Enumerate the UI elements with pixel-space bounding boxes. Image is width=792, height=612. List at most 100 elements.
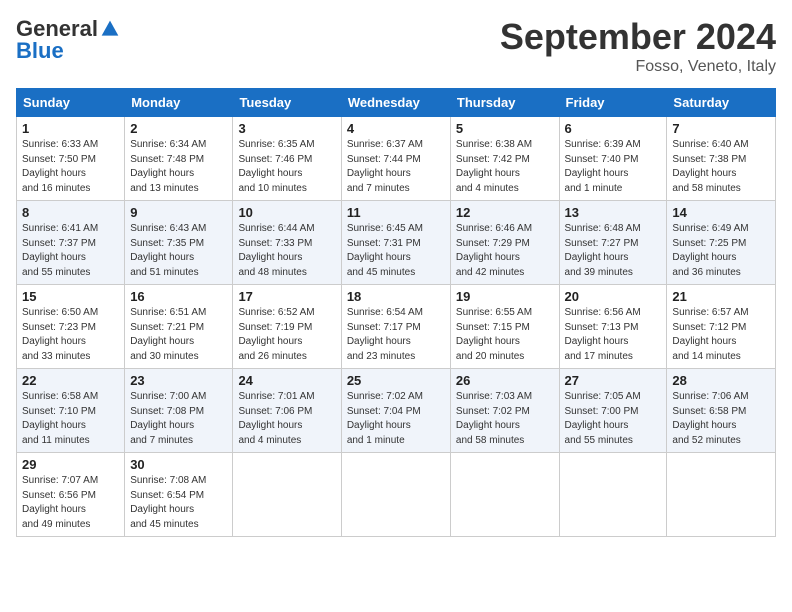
day-info: Sunrise: 7:05 AMSunset: 7:00 PMDaylight … <box>565 391 641 446</box>
day-info: Sunrise: 6:55 AMSunset: 7:15 PMDaylight … <box>456 307 532 362</box>
day-number: 28 <box>672 373 770 388</box>
day-number: 20 <box>565 289 662 304</box>
empty-cell <box>341 453 450 537</box>
day-number: 21 <box>672 289 770 304</box>
day-info: Sunrise: 6:33 AMSunset: 7:50 PMDaylight … <box>22 139 98 194</box>
location: Fosso, Veneto, Italy <box>500 58 776 76</box>
calendar-day-4: 4 Sunrise: 6:37 AMSunset: 7:44 PMDayligh… <box>341 117 450 201</box>
calendar-day-9: 9 Sunrise: 6:43 AMSunset: 7:35 PMDayligh… <box>125 201 233 285</box>
day-number: 3 <box>238 121 335 136</box>
calendar-day-24: 24 Sunrise: 7:01 AMSunset: 7:06 PMDaylig… <box>233 369 341 453</box>
day-number: 11 <box>347 205 445 220</box>
day-number: 2 <box>130 121 227 136</box>
calendar-day-1: 1 Sunrise: 6:33 AMSunset: 7:50 PMDayligh… <box>17 117 125 201</box>
day-info: Sunrise: 6:49 AMSunset: 7:25 PMDaylight … <box>672 223 748 278</box>
calendar-day-30: 30 Sunrise: 7:08 AMSunset: 6:54 PMDaylig… <box>125 453 233 537</box>
day-number: 29 <box>22 457 119 472</box>
day-info: Sunrise: 6:44 AMSunset: 7:33 PMDaylight … <box>238 223 314 278</box>
day-number: 16 <box>130 289 227 304</box>
day-info: Sunrise: 6:48 AMSunset: 7:27 PMDaylight … <box>565 223 641 278</box>
day-info: Sunrise: 6:57 AMSunset: 7:12 PMDaylight … <box>672 307 748 362</box>
day-number: 25 <box>347 373 445 388</box>
calendar-day-3: 3 Sunrise: 6:35 AMSunset: 7:46 PMDayligh… <box>233 117 341 201</box>
calendar-day-20: 20 Sunrise: 6:56 AMSunset: 7:13 PMDaylig… <box>559 285 667 369</box>
col-wednesday: Wednesday <box>341 89 450 117</box>
logo-icon <box>100 19 120 39</box>
day-info: Sunrise: 6:40 AMSunset: 7:38 PMDaylight … <box>672 139 748 194</box>
calendar-header-row: Sunday Monday Tuesday Wednesday Thursday… <box>17 89 776 117</box>
day-number: 22 <box>22 373 119 388</box>
day-info: Sunrise: 6:41 AMSunset: 7:37 PMDaylight … <box>22 223 98 278</box>
day-number: 14 <box>672 205 770 220</box>
day-info: Sunrise: 7:00 AMSunset: 7:08 PMDaylight … <box>130 391 206 446</box>
day-number: 18 <box>347 289 445 304</box>
calendar-day-6: 6 Sunrise: 6:39 AMSunset: 7:40 PMDayligh… <box>559 117 667 201</box>
day-info: Sunrise: 6:43 AMSunset: 7:35 PMDaylight … <box>130 223 206 278</box>
calendar-week-row: 29 Sunrise: 7:07 AMSunset: 6:56 PMDaylig… <box>17 453 776 537</box>
day-number: 4 <box>347 121 445 136</box>
empty-cell <box>233 453 341 537</box>
day-info: Sunrise: 6:50 AMSunset: 7:23 PMDaylight … <box>22 307 98 362</box>
day-info: Sunrise: 6:38 AMSunset: 7:42 PMDaylight … <box>456 139 532 194</box>
day-info: Sunrise: 6:58 AMSunset: 7:10 PMDaylight … <box>22 391 98 446</box>
day-info: Sunrise: 7:02 AMSunset: 7:04 PMDaylight … <box>347 391 423 446</box>
day-number: 17 <box>238 289 335 304</box>
calendar-day-25: 25 Sunrise: 7:02 AMSunset: 7:04 PMDaylig… <box>341 369 450 453</box>
day-info: Sunrise: 7:08 AMSunset: 6:54 PMDaylight … <box>130 475 206 530</box>
col-sunday: Sunday <box>17 89 125 117</box>
day-info: Sunrise: 6:35 AMSunset: 7:46 PMDaylight … <box>238 139 314 194</box>
calendar-day-29: 29 Sunrise: 7:07 AMSunset: 6:56 PMDaylig… <box>17 453 125 537</box>
logo-blue: Blue <box>16 38 64 64</box>
calendar-day-17: 17 Sunrise: 6:52 AMSunset: 7:19 PMDaylig… <box>233 285 341 369</box>
title-block: September 2024 Fosso, Veneto, Italy <box>500 16 776 76</box>
calendar-week-row: 1 Sunrise: 6:33 AMSunset: 7:50 PMDayligh… <box>17 117 776 201</box>
day-number: 12 <box>456 205 554 220</box>
calendar-day-8: 8 Sunrise: 6:41 AMSunset: 7:37 PMDayligh… <box>17 201 125 285</box>
calendar-day-23: 23 Sunrise: 7:00 AMSunset: 7:08 PMDaylig… <box>125 369 233 453</box>
calendar-day-26: 26 Sunrise: 7:03 AMSunset: 7:02 PMDaylig… <box>450 369 559 453</box>
day-number: 9 <box>130 205 227 220</box>
day-info: Sunrise: 6:45 AMSunset: 7:31 PMDaylight … <box>347 223 423 278</box>
logo: General Blue <box>16 16 120 64</box>
col-monday: Monday <box>125 89 233 117</box>
calendar-day-28: 28 Sunrise: 7:06 AMSunset: 6:58 PMDaylig… <box>667 369 776 453</box>
calendar-day-18: 18 Sunrise: 6:54 AMSunset: 7:17 PMDaylig… <box>341 285 450 369</box>
day-number: 23 <box>130 373 227 388</box>
calendar-day-14: 14 Sunrise: 6:49 AMSunset: 7:25 PMDaylig… <box>667 201 776 285</box>
calendar-day-12: 12 Sunrise: 6:46 AMSunset: 7:29 PMDaylig… <box>450 201 559 285</box>
day-info: Sunrise: 7:03 AMSunset: 7:02 PMDaylight … <box>456 391 532 446</box>
day-info: Sunrise: 6:54 AMSunset: 7:17 PMDaylight … <box>347 307 423 362</box>
day-number: 19 <box>456 289 554 304</box>
day-info: Sunrise: 6:46 AMSunset: 7:29 PMDaylight … <box>456 223 532 278</box>
day-number: 26 <box>456 373 554 388</box>
day-info: Sunrise: 6:34 AMSunset: 7:48 PMDaylight … <box>130 139 206 194</box>
calendar-day-10: 10 Sunrise: 6:44 AMSunset: 7:33 PMDaylig… <box>233 201 341 285</box>
day-info: Sunrise: 7:06 AMSunset: 6:58 PMDaylight … <box>672 391 748 446</box>
empty-cell <box>559 453 667 537</box>
day-number: 1 <box>22 121 119 136</box>
col-thursday: Thursday <box>450 89 559 117</box>
calendar-week-row: 15 Sunrise: 6:50 AMSunset: 7:23 PMDaylig… <box>17 285 776 369</box>
day-number: 6 <box>565 121 662 136</box>
day-number: 7 <box>672 121 770 136</box>
day-info: Sunrise: 6:37 AMSunset: 7:44 PMDaylight … <box>347 139 423 194</box>
calendar-day-7: 7 Sunrise: 6:40 AMSunset: 7:38 PMDayligh… <box>667 117 776 201</box>
day-number: 13 <box>565 205 662 220</box>
day-info: Sunrise: 6:56 AMSunset: 7:13 PMDaylight … <box>565 307 641 362</box>
day-number: 30 <box>130 457 227 472</box>
calendar-day-27: 27 Sunrise: 7:05 AMSunset: 7:00 PMDaylig… <box>559 369 667 453</box>
day-number: 10 <box>238 205 335 220</box>
col-tuesday: Tuesday <box>233 89 341 117</box>
col-friday: Friday <box>559 89 667 117</box>
calendar-day-22: 22 Sunrise: 6:58 AMSunset: 7:10 PMDaylig… <box>17 369 125 453</box>
month-title: September 2024 <box>500 16 776 58</box>
calendar-day-11: 11 Sunrise: 6:45 AMSunset: 7:31 PMDaylig… <box>341 201 450 285</box>
day-info: Sunrise: 6:51 AMSunset: 7:21 PMDaylight … <box>130 307 206 362</box>
calendar-day-5: 5 Sunrise: 6:38 AMSunset: 7:42 PMDayligh… <box>450 117 559 201</box>
col-saturday: Saturday <box>667 89 776 117</box>
calendar-day-13: 13 Sunrise: 6:48 AMSunset: 7:27 PMDaylig… <box>559 201 667 285</box>
calendar-week-row: 22 Sunrise: 6:58 AMSunset: 7:10 PMDaylig… <box>17 369 776 453</box>
calendar-day-15: 15 Sunrise: 6:50 AMSunset: 7:23 PMDaylig… <box>17 285 125 369</box>
calendar-week-row: 8 Sunrise: 6:41 AMSunset: 7:37 PMDayligh… <box>17 201 776 285</box>
day-number: 15 <box>22 289 119 304</box>
